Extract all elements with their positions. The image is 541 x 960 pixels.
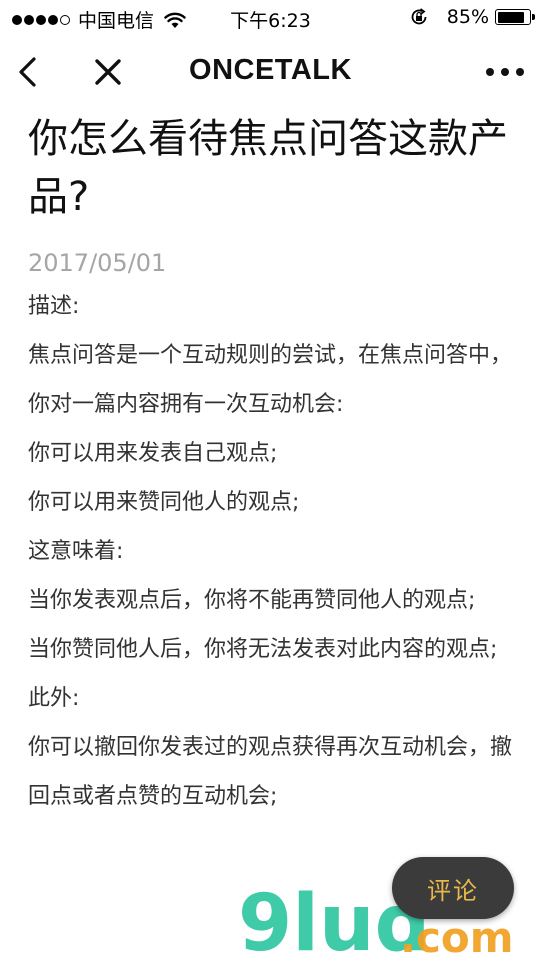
status-right: 85% [409, 6, 535, 28]
watermark-right: .com [400, 913, 513, 960]
status-bar: 中国电信 下午6:23 85% [0, 0, 541, 36]
paragraph: 描述: [28, 294, 80, 319]
paragraph: 你可以撤回你发表过的观点获得再次互动机会，撤回点或者点赞的互动机会; [28, 735, 513, 809]
nav-bar: ONCETALK [0, 40, 541, 102]
article: 你怎么看待焦点问答这款产品? 2017/05/01 描述: 焦点问答是一个互动规… [28, 110, 518, 821]
nav-title: ONCETALK [189, 54, 352, 86]
orientation-lock-icon [409, 7, 429, 27]
paragraph: 你可以用来发表自己观点; [28, 441, 278, 466]
battery-percent: 85% [446, 6, 489, 28]
paragraph: 焦点问答是一个互动规则的尝试，在焦点问答中，你对一篇内容拥有一次互动机会: [28, 343, 513, 417]
comment-button-label: 评论 [427, 876, 479, 905]
battery-level [497, 11, 524, 23]
article-date: 2017/05/01 [28, 249, 167, 277]
comment-button[interactable]: 评论 [392, 857, 514, 919]
paragraph: 这意味着: [28, 539, 124, 564]
article-body: 描述: 焦点问答是一个互动规则的尝试，在焦点问答中，你对一篇内容拥有一次互动机会… [28, 282, 518, 821]
more-button[interactable] [481, 52, 529, 92]
article-title: 你怎么看待焦点问答这款产品? [28, 116, 508, 220]
paragraph: 当你赞同他人后，你将无法发表对此内容的观点; [28, 637, 498, 662]
paragraph: 你可以用来赞同他人的观点; [28, 490, 300, 515]
battery-icon [495, 9, 535, 25]
more-dots-icon [486, 68, 524, 76]
paragraph: 此外: [28, 686, 80, 711]
paragraph: 当你发表观点后，你将不能再赞同他人的观点; [28, 588, 476, 613]
